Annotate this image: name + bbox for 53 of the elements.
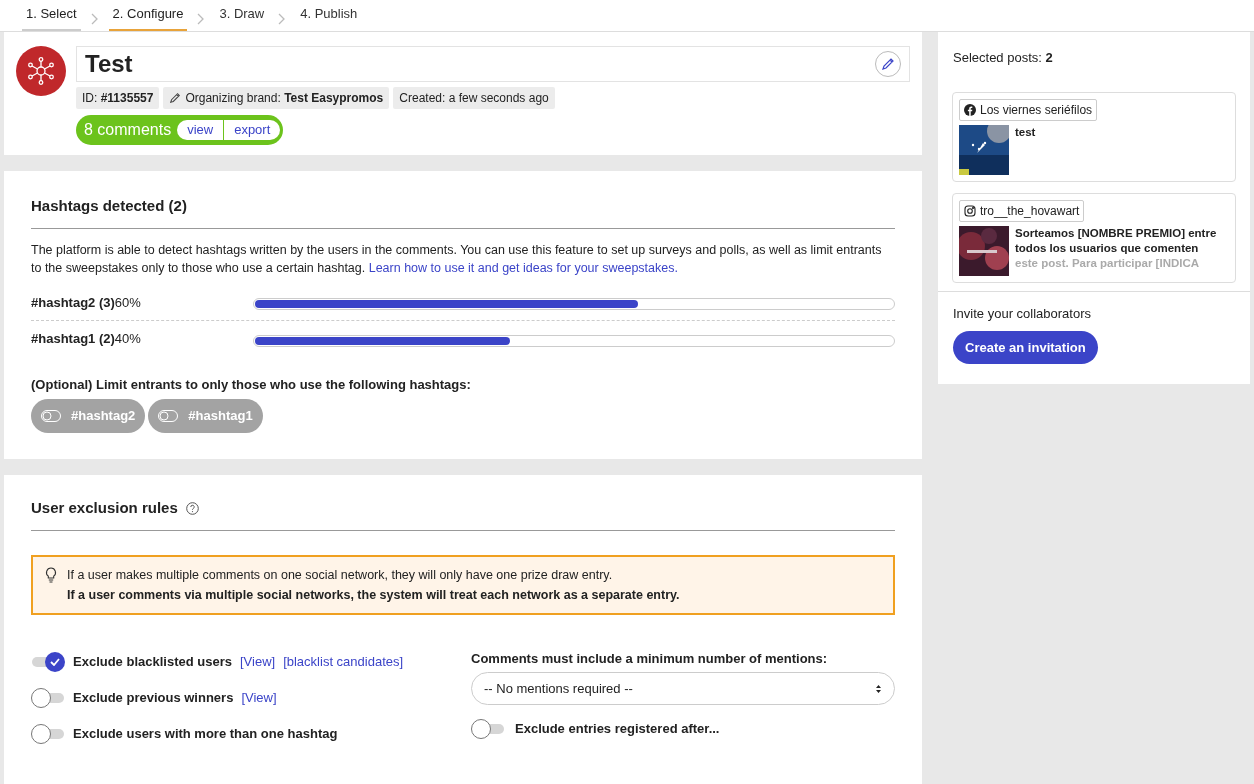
- chevron-icon: [197, 13, 206, 25]
- rule-link[interactable]: [View]: [241, 687, 277, 708]
- post-card[interactable]: Los viernes seriéfilos test: [952, 91, 1236, 182]
- rule-label: Exclude entries registered after...: [515, 720, 720, 739]
- post-text: este post. Para participar [INDICA: [1015, 255, 1201, 271]
- hashtag-label: #hashtag1 (2)40%: [31, 330, 142, 348]
- selected-posts-label: Selected posts: 2: [952, 49, 1054, 67]
- create-invitation-button[interactable]: Create an invitation: [953, 331, 1098, 364]
- learn-link[interactable]: Learn how to use it and get ideas for your sweepstakes.: [368, 260, 678, 275]
- pencil-icon: [169, 92, 182, 104]
- help-icon[interactable]: [185, 501, 199, 515]
- view-link[interactable]: view: [177, 120, 225, 140]
- notice-text: If a user makes multiple comments on one social network, they will only have one prize draw entry.: [67, 566, 614, 584]
- post-text: Sorteamos [NOMBRE PREMIO] entre todos los usuarios que comenten: [1015, 225, 1218, 256]
- toggle-icon: [41, 410, 61, 422]
- account-tag: tro__the_hovawart: [959, 199, 1085, 222]
- toggle-switch[interactable]: [31, 651, 65, 672]
- title-field[interactable]: Test: [76, 46, 910, 82]
- created-tag: Created: a few seconds ago: [393, 87, 555, 109]
- hashtag-label: #hashtag2 (3)60%: [31, 293, 142, 312]
- camera-icon: [964, 204, 976, 217]
- check-icon: [50, 657, 60, 666]
- rule-label: Exclude blacklisted users: [73, 652, 232, 671]
- export-link[interactable]: export: [224, 120, 281, 140]
- rule-link[interactable]: [View]: [239, 651, 276, 672]
- section-title: Hashtags detected (2): [31, 195, 895, 229]
- account-tag: Los viernes seriéfilos: [959, 98, 1098, 121]
- post-text: test: [1015, 124, 1036, 140]
- chevron-icon: [278, 13, 287, 25]
- mentions-label: Comments must include a minimum number of mentions:: [471, 649, 829, 668]
- post-card[interactable]: tro__the_hovawart Sorteamos [NOMBRE PREMIO] entre todos los usuarios que comenten este post. Para participar [INDICA: [952, 192, 1236, 283]
- notice-text: If a user comments via multiple social networks, the system will treat each network as a separate entry.: [67, 586, 680, 604]
- comments-count: 8 comments: [84, 120, 172, 140]
- step-tab[interactable]: 4. Publish: [296, 3, 362, 31]
- lightbulb-icon: [45, 566, 57, 583]
- rule-label: Exclude users with more than one hashtag: [73, 724, 338, 743]
- invite-label: Invite your collaborators: [953, 304, 1092, 323]
- toggle-switch[interactable]: [31, 723, 65, 744]
- limit-label: (Optional) Limit entrants to only those who use the following hashtags:: [31, 375, 472, 394]
- toggle-switch[interactable]: [31, 687, 65, 708]
- id-tag: ID: #1135557: [76, 87, 160, 109]
- toggle-icon: [158, 410, 179, 422]
- rule-label: Exclude previous winners: [73, 688, 234, 707]
- description-text: The platform is able to detect hashtags written by the users in the comments. You can use this feature to set up surveys and polls, as well as limit entrants to the sweepstakes only to those who use a certain hashtag. Learn how to use it and get ideas for your sweepstakes.: [31, 241, 883, 277]
- section-title: User exclusion rules: [31, 498, 178, 518]
- brand-label: Organizing brand: Test Easypromos: [185, 90, 384, 107]
- rule-link[interactable]: [blacklist candidates]: [283, 651, 404, 672]
- facebook-icon: [964, 103, 976, 116]
- select-caret-icon: [875, 683, 882, 694]
- chevron-icon: [90, 13, 99, 25]
- toggle-switch[interactable]: [471, 719, 505, 739]
- network-logo-icon: [16, 46, 66, 96]
- step-tab[interactable]: 3. Draw: [215, 3, 269, 31]
